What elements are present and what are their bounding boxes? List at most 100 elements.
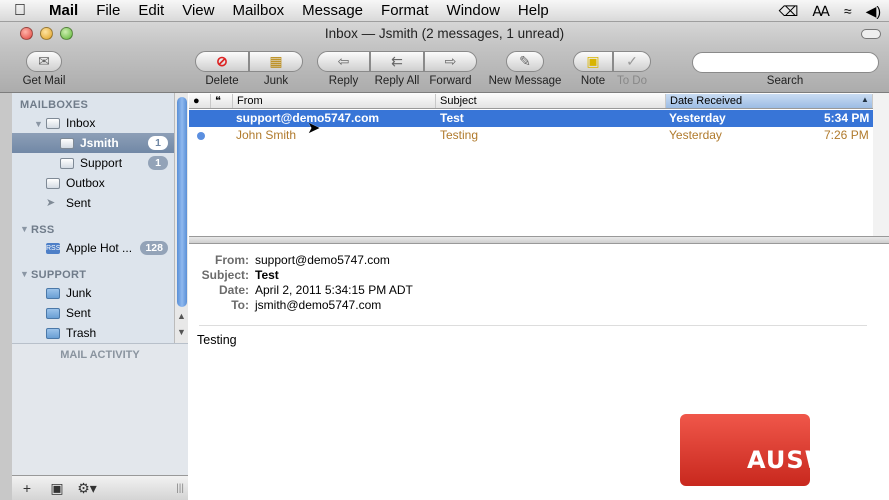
message-row[interactable]: support@demo5747.com Test Yesterday 5:34… (189, 110, 873, 127)
envelope-icon: ✉ (38, 53, 50, 69)
menu-window[interactable]: Window (438, 0, 509, 22)
gear-icon[interactable]: ⚙▾ (72, 480, 102, 497)
header-separator (199, 325, 867, 326)
sidebar-item-inbox[interactable]: Inbox (12, 113, 174, 133)
toolbar-toggle-button[interactable] (861, 29, 881, 39)
sidebar-bottom-bar: + ▣ ⚙▾ ||| (12, 475, 188, 500)
apple-menu-icon[interactable]:  (0, 2, 40, 20)
menu-help[interactable]: Help (509, 0, 558, 22)
scrollbar-thumb[interactable] (177, 97, 187, 307)
column-header-date-received[interactable]: Date Received (666, 94, 873, 108)
delete-icon: ⊘ (216, 53, 228, 69)
window-titlebar: Inbox — Jsmith (2 messages, 1 unread) (0, 22, 889, 46)
sidebar-item-label: Apple Hot ... (66, 241, 133, 255)
sidebar-item-apple-hot[interactable]: RSS Apple Hot ... 128 (12, 238, 174, 258)
message-body[interactable]: Testing (197, 333, 237, 347)
menu-bar:  Mail File Edit View Mailbox Message Fo… (0, 0, 889, 22)
flag-column-icon[interactable]: ❝ (211, 94, 233, 108)
reply-all-button[interactable]: ⇇ (370, 51, 424, 72)
message-date: Yesterday (669, 111, 726, 125)
time-machine-icon[interactable]: ⌫ (779, 3, 799, 20)
toolbar: ✉ Get Mail ⊘ ▦ Delete Junk ⇦ ⇇ ⇨ Reply R… (0, 46, 889, 93)
from-header-row: From: (189, 253, 249, 267)
message-list: ● ❝ From Subject Date Received ▲ support… (189, 93, 889, 238)
menu-edit[interactable]: Edit (129, 0, 173, 22)
mail-activity-pane: MAIL ACTIVITY (12, 343, 188, 475)
reply-label: Reply (328, 75, 359, 87)
inbox-tray-icon (46, 117, 60, 129)
sidebar-item-sent[interactable]: ➤ Sent (12, 193, 174, 213)
sidebar-item-sent-folder[interactable]: Sent (12, 303, 174, 323)
bluetooth-icon[interactable]: Ꜳ (812, 3, 830, 20)
message-date: Yesterday (669, 128, 722, 142)
forward-label: Forward (429, 75, 472, 87)
mail-activity-title: MAIL ACTIVITY (60, 349, 140, 361)
sort-ascending-icon: ▲ (861, 95, 869, 104)
pane-divider[interactable] (189, 236, 889, 244)
disclosure-triangle-icon[interactable]: ▼ (20, 224, 29, 234)
folder-icon (46, 287, 60, 299)
unread-column-icon[interactable]: ● (189, 94, 211, 108)
note-pad-icon: ▣ (586, 53, 600, 69)
menu-mailbox[interactable]: Mailbox (223, 0, 293, 22)
sidebar-item-support[interactable]: Support 1 (12, 153, 174, 173)
resize-handle-icon[interactable]: ||| (176, 483, 184, 494)
sidebar-item-trash[interactable]: Trash (12, 323, 174, 343)
unread-dot-icon (197, 132, 205, 140)
message-list-scrollbar[interactable] (873, 93, 889, 238)
column-header-from[interactable]: From (233, 94, 436, 108)
window-title: Inbox — Jsmith (2 messages, 1 unread) (324, 26, 565, 41)
search-input[interactable] (692, 52, 879, 73)
compose-pencil-icon: ✎ (519, 53, 531, 69)
date-header-row: Date: (189, 283, 249, 297)
date-label: Date: (218, 283, 249, 297)
from-value[interactable]: support@demo5747.com (255, 253, 390, 267)
wifi-icon[interactable]: ≈ (844, 3, 852, 19)
unread-count-badge: 128 (140, 241, 168, 255)
sidebar-item-label: Outbox (66, 176, 105, 190)
new-message-button[interactable]: ✎ (506, 51, 544, 72)
to-value[interactable]: jsmith@demo5747.com (255, 298, 381, 312)
rss-feed-icon: RSS (46, 242, 61, 254)
get-mail-label: Get Mail (22, 75, 66, 87)
search-label: Search (766, 75, 804, 87)
junk-button[interactable]: ▦ (249, 51, 303, 72)
show-hide-icon[interactable]: ▣ (42, 480, 72, 497)
delete-label: Delete (205, 75, 239, 87)
menu-message[interactable]: Message (293, 0, 372, 22)
reply-button[interactable]: ⇦ (317, 51, 370, 72)
junk-bag-icon: ▦ (269, 53, 283, 69)
menu-file[interactable]: File (87, 0, 129, 22)
menu-format[interactable]: Format (372, 0, 438, 22)
sidebar-item-jsmith[interactable]: Jsmith 1 (12, 133, 174, 153)
disclosure-triangle-icon[interactable]: ▼ (20, 269, 29, 279)
message-row[interactable]: John Smith Testing Yesterday 7:26 PM (189, 127, 873, 144)
scroll-down-arrow-icon[interactable]: ▼ (177, 327, 186, 337)
sidebar-scrollbar[interactable]: ▲ ▼ (174, 93, 188, 343)
sidebar-item-label: Jsmith (80, 136, 119, 150)
delete-button[interactable]: ⊘ (195, 51, 249, 72)
sidebar-item-outbox[interactable]: Outbox (12, 173, 174, 193)
sidebar-item-junk[interactable]: Junk (12, 283, 174, 303)
ausweb-logo-text: AUSWEB (747, 446, 869, 474)
forward-arrow-icon: ⇨ (444, 53, 457, 69)
volume-icon[interactable]: ◀) (866, 3, 881, 20)
inbox-tray-icon (60, 137, 74, 149)
add-mailbox-icon[interactable]: + (12, 480, 42, 496)
rss-header: RSS (31, 224, 55, 236)
scroll-up-arrow-icon[interactable]: ▲ (177, 311, 186, 321)
get-mail-button[interactable]: ✉ (26, 51, 62, 72)
paper-plane-icon: ➤ (46, 196, 56, 209)
to-label: To: (231, 298, 249, 312)
todo-button[interactable]: ✓ (613, 51, 651, 72)
menu-view[interactable]: View (173, 0, 223, 22)
sidebar-item-label: Sent (66, 306, 91, 320)
message-time: 7:26 PM (824, 128, 869, 142)
reply-all-arrow-icon: ⇇ (391, 53, 403, 69)
note-button[interactable]: ▣ (573, 51, 613, 72)
message-list-header: ● ❝ From Subject Date Received ▲ (189, 93, 889, 109)
message-from: John Smith (236, 128, 297, 142)
column-header-subject[interactable]: Subject (436, 94, 666, 108)
menu-app-mail[interactable]: Mail (40, 0, 87, 22)
forward-button[interactable]: ⇨ (424, 51, 477, 72)
